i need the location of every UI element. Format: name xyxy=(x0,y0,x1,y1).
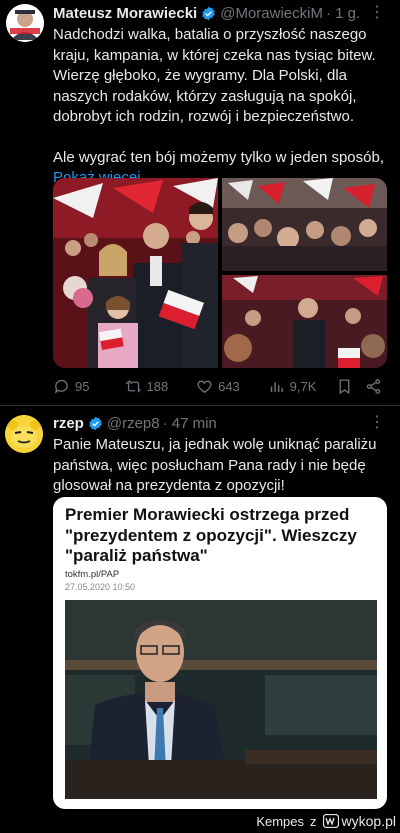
tweet-time[interactable]: · 1 g. xyxy=(326,5,360,22)
watermark: Kempes z wykop.pl xyxy=(256,813,396,829)
retweet-count: 188 xyxy=(146,378,169,394)
author-handle[interactable]: @MorawieckiM xyxy=(220,5,323,22)
reply-icon xyxy=(54,379,68,394)
tweet-text: Nadchodzi walka, batalia o przyszłość na… xyxy=(53,25,388,189)
author-avatar[interactable] xyxy=(5,415,43,453)
watermark-author: Kempes xyxy=(256,813,305,829)
card-source: tokfm.pl/PAP xyxy=(65,569,120,580)
verified-badge-icon xyxy=(88,416,103,431)
views-count: 9,7K xyxy=(289,378,317,394)
share-icon xyxy=(366,378,381,394)
wykop-logo-icon xyxy=(322,814,339,828)
tweet-text-paragraph: Nadchodzi walka, batalia o przyszłość na… xyxy=(53,26,376,125)
photo-family-stage[interactable] xyxy=(53,178,218,368)
more-options-icon[interactable]: ⋮ xyxy=(369,412,386,432)
author-handle[interactable]: @rzep8 xyxy=(107,415,160,432)
watermark-z: z xyxy=(310,813,317,829)
verified-badge-icon xyxy=(201,6,216,21)
bookmark-button[interactable] xyxy=(336,378,365,395)
wykop-brand-text: wykop.pl xyxy=(341,813,396,829)
tweet-time[interactable]: · 47 min xyxy=(163,415,217,432)
tweet-actions: 95 188 643 9,7K xyxy=(53,375,384,397)
card-date: 27.05.2020 10:50 xyxy=(65,582,136,592)
wykop-brand: wykop.pl xyxy=(322,813,396,829)
heart-icon xyxy=(197,380,212,393)
reply-button[interactable]: 95 xyxy=(53,378,125,395)
views-button[interactable]: 9,7K xyxy=(268,378,337,395)
author-name[interactable]: Mateusz Morawiecki xyxy=(53,5,197,22)
tweet-morawiecki: Mateusz Morawiecki @MorawieckiM · 1 g. ⋮… xyxy=(0,0,400,405)
more-options-icon[interactable]: ⋮ xyxy=(369,2,386,22)
retweet-button[interactable]: 188 xyxy=(125,378,197,395)
photo-crowd-bottom[interactable] xyxy=(222,275,387,368)
views-icon xyxy=(270,381,283,392)
tweet-text: Panie Mateuszu, ja jednak wolę uniknąć p… xyxy=(53,436,377,494)
card-title: Premier Morawiecki ostrzega przed "prezy… xyxy=(65,505,357,565)
reply-count: 95 xyxy=(75,378,90,394)
tweet-text-paragraph-2: Ale wygrać ten bój możemy tylko w jeden … xyxy=(53,148,384,166)
author-avatar[interactable] xyxy=(6,4,44,42)
bookmark-icon xyxy=(339,378,350,394)
link-card[interactable]: Premier Morawiecki ostrzega przed "prezy… xyxy=(53,497,387,809)
author-name[interactable]: rzep xyxy=(53,415,84,432)
share-button[interactable] xyxy=(365,378,384,395)
like-count: 643 xyxy=(218,378,240,394)
retweet-icon xyxy=(125,379,141,393)
tweet-header: Mateusz Morawiecki @MorawieckiM · 1 g. xyxy=(53,5,380,22)
like-button[interactable]: 643 xyxy=(196,378,268,395)
photo-crowd-top[interactable] xyxy=(222,178,387,271)
tweet-media-grid[interactable] xyxy=(53,178,387,368)
tweet-header: rzep @rzep8 · 47 min xyxy=(53,415,380,432)
card-photo xyxy=(65,600,377,799)
